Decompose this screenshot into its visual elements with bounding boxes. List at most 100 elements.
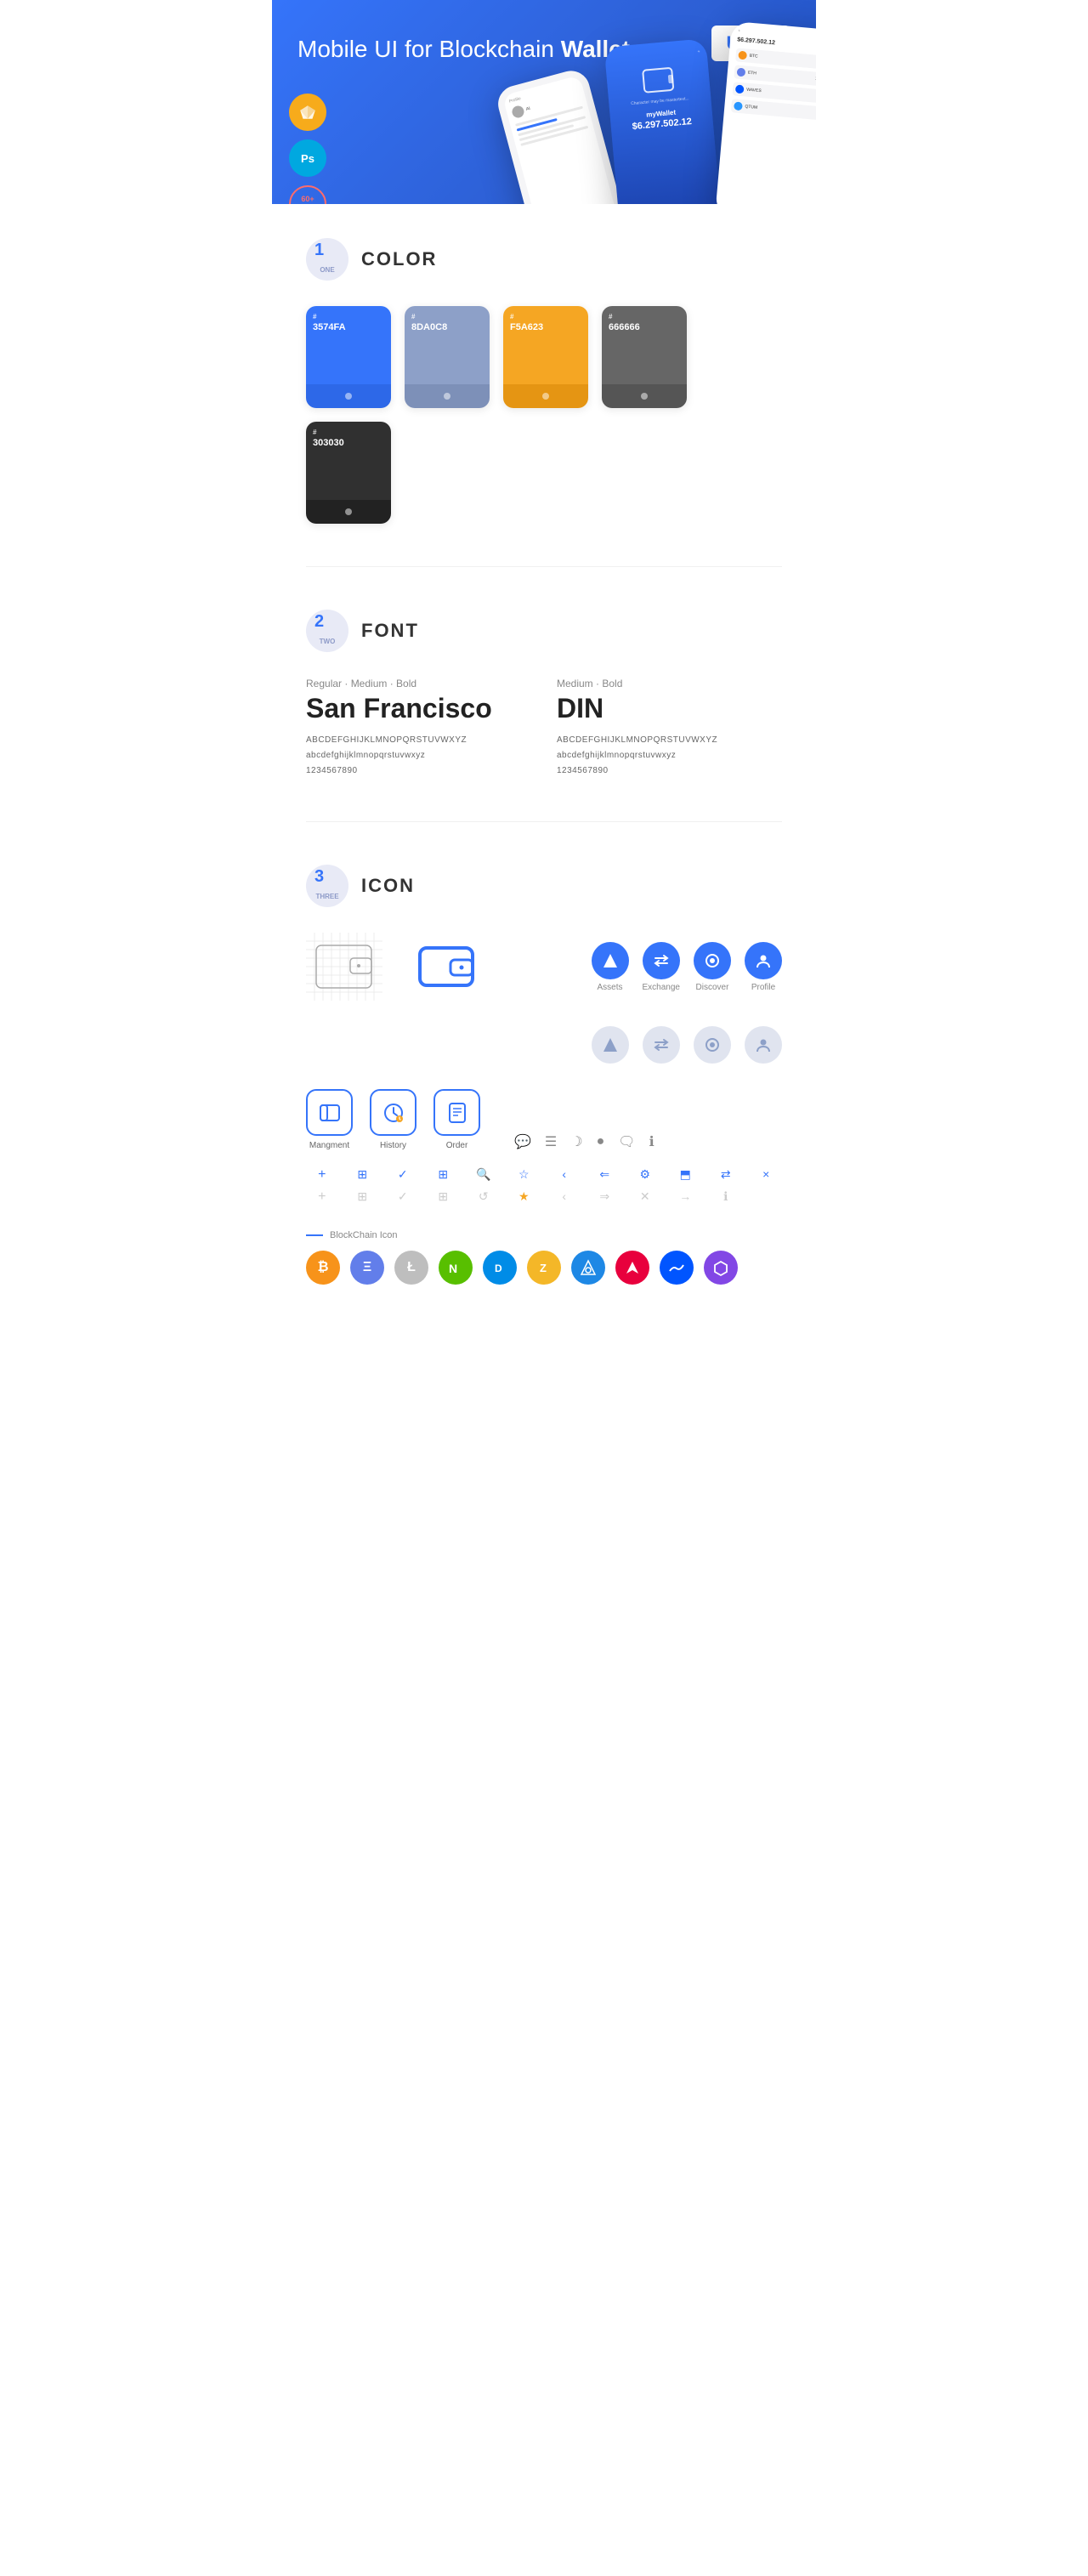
- icon-section-header: 3 THREE ICON: [306, 865, 782, 907]
- font-section: 2 TWO FONT Regular · Medium · Bold San F…: [272, 576, 816, 813]
- order-icon: [434, 1089, 480, 1136]
- screens-badge: 60+Screens: [289, 185, 326, 204]
- icon-construction-row: Assets Exchange Discover: [306, 933, 782, 1001]
- color-section-header: 1 ONE COLOR: [306, 238, 782, 281]
- management-icon-item: Mangment: [306, 1089, 353, 1150]
- swatch-orange: # F5A623: [503, 306, 588, 408]
- cross-icon: ✕: [629, 1189, 661, 1205]
- ltc-icon: Ł: [394, 1251, 428, 1285]
- nav-icon-profile: Profile: [745, 942, 782, 992]
- info-icon: ℹ: [649, 1133, 654, 1150]
- sketch-badge: [289, 94, 326, 131]
- eth-icon: Ξ: [350, 1251, 384, 1285]
- nav-icons-gray: [306, 1026, 782, 1064]
- nav-icon-assets: Assets: [592, 942, 629, 992]
- font-san-francisco: Regular · Medium · Bold San Francisco AB…: [306, 678, 531, 779]
- forward-icon: ⇒: [589, 1189, 621, 1205]
- phone-mockups: Profile AI +: [510, 34, 816, 204]
- misc-icons-right: 💬 ☰ ☽ ● 🗨 ℹ: [514, 1133, 654, 1150]
- plus-icon-gray: +: [306, 1189, 338, 1205]
- color-swatches: # 3574FA # 8DA0C8 # F5A623 # 666666: [306, 306, 782, 524]
- blockchain-line: [306, 1234, 323, 1236]
- qtum-icon: [571, 1251, 605, 1285]
- sf-uppercase: ABCDEFGHIJKLMNOPQRSTUVWXYZ: [306, 733, 531, 748]
- svg-text:N: N: [449, 1262, 457, 1275]
- neo-icon: N: [439, 1251, 473, 1285]
- circle-icon: ●: [597, 1134, 605, 1149]
- empty-icon: [751, 1189, 783, 1205]
- phone-right: + $6.297.502.12 BTC 738 ETH 12-298: [715, 21, 816, 204]
- waves-icon: [660, 1251, 694, 1285]
- discover-icon-blue: [694, 942, 731, 979]
- qr-icon-gray: ⊞: [428, 1189, 460, 1205]
- crypto-icons-row: ₿ Ξ Ł N D Z: [306, 1251, 782, 1285]
- sf-style-label: Regular · Medium · Bold: [306, 678, 531, 689]
- sf-name: San Francisco: [306, 693, 531, 724]
- section-num-3: 3 THREE: [306, 865, 348, 907]
- nav-icon-discover: Discover: [694, 942, 731, 992]
- plus-icon: +: [306, 1167, 338, 1183]
- management-icon: [306, 1089, 353, 1136]
- svg-text:D: D: [495, 1262, 502, 1274]
- din-uppercase: ABCDEFGHIJKLMNOPQRSTUVWXYZ: [557, 733, 782, 748]
- profile-icon-blue: [745, 942, 782, 979]
- dash-icon: D: [483, 1251, 517, 1285]
- blockchain-label: BlockChain Icon: [330, 1230, 398, 1240]
- share-icon: ⇐: [589, 1167, 621, 1183]
- profile-icon-gray: [745, 1026, 782, 1064]
- utility-icons-gray: + ⊞ ✓ ⊞ ↺ ★ ‹ ⇒ ✕ → ℹ: [306, 1189, 782, 1205]
- moon-icon: ☽: [570, 1133, 582, 1150]
- zcash-icon: Z: [527, 1251, 561, 1285]
- ark-icon: [615, 1251, 649, 1285]
- swatch-dark: # 303030: [306, 422, 391, 524]
- din-lowercase: abcdefghijklmnopqrstuvwxyz: [557, 748, 782, 763]
- order-icon-item: Order: [434, 1089, 480, 1150]
- comment-icon: 💬: [514, 1133, 531, 1150]
- hero-badges: Ps 60+Screens: [289, 94, 326, 204]
- history-icon: [370, 1089, 416, 1136]
- section-num-2: 2 TWO: [306, 610, 348, 652]
- btc-icon: ₿: [306, 1251, 340, 1285]
- nav-icon-profile-gray: [745, 1026, 782, 1064]
- star-icon: ☆: [508, 1167, 541, 1183]
- grid-edit-icon-gray: ⊞: [347, 1189, 379, 1205]
- arrow-right-icon: →: [670, 1189, 702, 1205]
- font-din: Medium · Bold DIN ABCDEFGHIJKLMNOPQRSTUV…: [557, 678, 782, 779]
- gear-icon: ⚙: [629, 1167, 661, 1183]
- swatch-steel: # 8DA0C8: [405, 306, 490, 408]
- search-icon: 🔍: [468, 1167, 500, 1183]
- nav-icon-exchange-gray: [643, 1026, 680, 1064]
- utility-icons-blue: + ⊞ ✓ ⊞ 🔍 ☆ ‹ ⇐ ⚙ ⬒ ⇄ ×: [306, 1167, 782, 1183]
- icon-grid-construction: [306, 933, 382, 1001]
- color-title: COLOR: [361, 248, 437, 270]
- transfer-icon: ⇄: [710, 1167, 742, 1183]
- qr-icon: ⊞: [428, 1167, 460, 1183]
- section-num-1: 1 ONE: [306, 238, 348, 281]
- nav-icons-blue: Assets Exchange Discover: [592, 942, 782, 992]
- chevron-left-icon: ‹: [548, 1167, 581, 1183]
- sf-numbers: 1234567890: [306, 763, 531, 779]
- din-name: DIN: [557, 693, 782, 724]
- font-title: FONT: [361, 620, 419, 642]
- chat-icon: 🗨: [618, 1133, 635, 1150]
- font-section-header: 2 TWO FONT: [306, 610, 782, 652]
- din-style-label: Medium · Bold: [557, 678, 782, 689]
- app-icons-row: Mangment History: [306, 1089, 782, 1150]
- phone-middle: + Character may be mastertext... myWalle…: [604, 38, 722, 204]
- discover-icon-gray: [694, 1026, 731, 1064]
- nav-icon-assets-gray: [592, 1026, 629, 1064]
- assets-icon-blue: [592, 942, 629, 979]
- exchange-icon-blue: [643, 942, 680, 979]
- icon-section: 3 THREE ICON: [272, 831, 816, 1319]
- assets-icon-gray: [592, 1026, 629, 1064]
- nav-icon-exchange: Exchange: [643, 942, 680, 992]
- font-grid: Regular · Medium · Bold San Francisco AB…: [306, 678, 782, 779]
- close-icon-blue: ×: [751, 1167, 783, 1183]
- refresh-icon: ↺: [468, 1189, 500, 1205]
- swatch-gray: # 666666: [602, 306, 687, 408]
- color-section: 1 ONE COLOR # 3574FA # 8DA0C8 # F5A623: [272, 204, 816, 558]
- grid-edit-icon: ⊞: [347, 1167, 379, 1183]
- nav-icon-discover-gray: [694, 1026, 731, 1064]
- star-icon-gray: ★: [508, 1189, 541, 1205]
- sf-lowercase: abcdefghijklmnopqrstuvwxyz: [306, 748, 531, 763]
